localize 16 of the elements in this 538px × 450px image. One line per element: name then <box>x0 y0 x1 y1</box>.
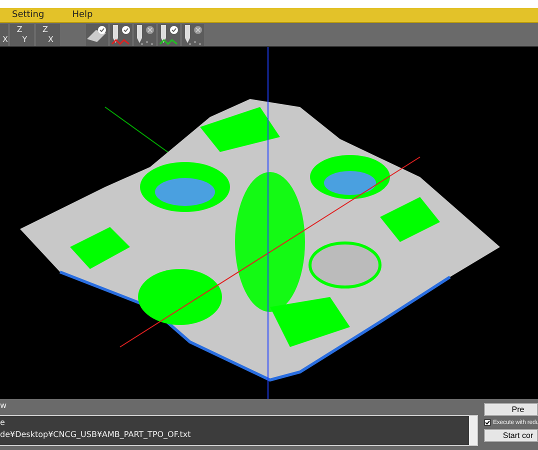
log-text-area[interactable]: e de¥Desktop¥CNCG_USB¥AMB_PART_TPO_OF.txt <box>0 415 478 446</box>
axis-view-button[interactable]: Z X <box>36 24 60 46</box>
tool-button[interactable] <box>110 24 132 46</box>
scrollbar[interactable] <box>469 416 477 445</box>
preview-button[interactable]: Pre <box>484 403 538 416</box>
tool-button[interactable] <box>182 24 204 46</box>
menu-item[interactable]: Setting <box>12 10 44 20</box>
start-button[interactable]: Start cor <box>484 429 538 442</box>
menu-item[interactable]: Help <box>72 10 93 20</box>
tool-button[interactable] <box>158 24 180 46</box>
axis-view-button[interactable]: X <box>0 24 8 46</box>
checkbox[interactable] <box>484 419 491 426</box>
tool-button[interactable] <box>134 24 156 46</box>
log-label: w <box>0 400 8 412</box>
tool-button[interactable] <box>86 24 108 46</box>
axis-view-button[interactable]: Z Y <box>10 24 34 46</box>
